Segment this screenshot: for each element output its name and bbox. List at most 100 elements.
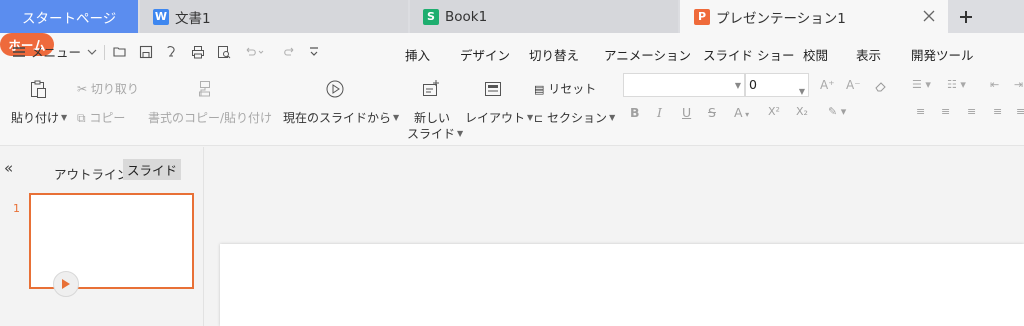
divider <box>104 45 105 60</box>
tab-outline[interactable]: アウトライン <box>54 164 129 183</box>
clear-format-icon[interactable] <box>874 79 888 93</box>
font-name-select[interactable]: ▼ <box>623 73 745 97</box>
chevron-down-icon <box>87 49 97 55</box>
caret-icon: ▼ <box>527 113 534 122</box>
section-icon: ⊏ <box>534 112 544 125</box>
tab-view[interactable]: 表示 <box>856 45 881 64</box>
numbering-icon[interactable]: ☷ ▾ <box>947 78 966 91</box>
increase-font-icon[interactable]: A⁺ <box>820 78 835 92</box>
align-right-icon[interactable]: ≡ <box>967 105 976 118</box>
tab-presentation-label: プレゼンテーション1 <box>716 10 846 27</box>
decrease-font-icon[interactable]: A⁻ <box>846 78 861 92</box>
reset-icon: ▤ <box>534 83 545 96</box>
plus-icon <box>960 11 972 23</box>
underline-icon[interactable]: U <box>682 105 691 120</box>
layout-label: レイアウト <box>465 111 526 125</box>
slide-thumbnail[interactable] <box>29 193 194 289</box>
font-size-select[interactable]: 0 ▼ <box>745 73 809 97</box>
paste-label: 貼り付け <box>11 111 60 125</box>
strikethrough-icon[interactable]: S <box>708 105 716 120</box>
scissors-icon: ✂ <box>77 82 88 96</box>
cut-label: 切り取り <box>90 82 139 96</box>
bullets-icon[interactable]: ☰ ▾ <box>912 78 931 91</box>
chevron-down-icon: ▼ <box>734 81 741 90</box>
redo-icon[interactable] <box>281 44 297 60</box>
highlight-icon[interactable]: ✎ ▾ <box>828 105 846 118</box>
increase-indent-icon[interactable]: ⇥ <box>1014 78 1023 91</box>
superscript-icon[interactable]: X² <box>768 105 780 118</box>
justify-icon[interactable]: ≡ <box>993 105 1002 118</box>
tab-design[interactable]: デザイン <box>460 45 510 64</box>
caret-icon: ▼ <box>609 113 616 122</box>
ribbon: メニュー ホーム 挿入 デザイン 切り替え アニメーション スライド ショー 校… <box>0 33 1024 146</box>
new-tab-button[interactable] <box>952 4 980 30</box>
italic-icon[interactable]: I <box>657 105 662 120</box>
play-circle-icon[interactable] <box>325 79 345 99</box>
copy-icon: ⧉ <box>77 111 86 125</box>
decrease-indent-icon[interactable]: ⇤ <box>990 78 999 91</box>
copy-label: コピー <box>89 111 126 125</box>
format-painter-icon[interactable] <box>197 79 213 99</box>
undo-icon[interactable] <box>243 44 264 60</box>
tab-presentation[interactable]: P プレゼンテーション1 <box>680 0 948 33</box>
reset-label: リセット <box>548 82 597 96</box>
close-icon[interactable] <box>922 9 936 23</box>
reset-button[interactable]: ▤ リセット <box>534 80 596 97</box>
writer-icon: W <box>153 8 169 25</box>
hamburger-icon <box>13 46 25 57</box>
copy-button[interactable]: ⧉ コピー <box>77 109 125 126</box>
new-slide-icon[interactable] <box>421 79 441 99</box>
paste-button[interactable]: 貼り付け ▼ <box>11 109 67 126</box>
align-left-icon[interactable]: ≡ <box>916 105 925 118</box>
tab-slideshow[interactable]: スライド ショー <box>703 45 794 64</box>
tab-insert[interactable]: 挿入 <box>405 45 430 64</box>
print-icon[interactable] <box>190 44 206 60</box>
layout-button[interactable]: レイアウト ▼ <box>465 109 533 126</box>
tab-document[interactable]: W 文書1 <box>140 0 408 33</box>
save-icon[interactable] <box>138 44 154 60</box>
subscript-icon[interactable]: X₂ <box>796 105 808 118</box>
font-size-value: 0 <box>749 77 757 92</box>
tab-transitions[interactable]: 切り替え <box>529 45 579 64</box>
new-slide-label-1[interactable]: 新しい <box>414 109 450 126</box>
menu-label: メニュー <box>31 45 82 60</box>
tab-start-label: スタートページ <box>22 10 117 27</box>
layout-icon[interactable] <box>483 80 503 98</box>
caret-icon: ▼ <box>457 129 464 138</box>
from-current-label: 現在のスライドから <box>283 111 392 125</box>
tab-document-label: 文書1 <box>175 10 211 27</box>
tab-book[interactable]: S Book1 <box>410 0 678 33</box>
from-current-slide-button[interactable]: 現在のスライドから ▼ <box>283 109 399 126</box>
new-slide-label-2: スライド <box>407 127 456 141</box>
customize-toolbar-icon[interactable] <box>306 44 322 60</box>
spreadsheet-icon: S <box>423 8 439 25</box>
collapse-panel-icon[interactable]: « <box>4 159 13 177</box>
slide-number: 1 <box>13 202 20 215</box>
section-label: セクション <box>547 111 608 125</box>
play-icon <box>62 279 70 289</box>
tab-bar: スタートページ W 文書1 S Book1 P プレゼンテーション1 <box>0 0 1024 33</box>
align-center-icon[interactable]: ≡ <box>941 105 950 118</box>
paste-icon[interactable] <box>28 79 48 99</box>
format-painter-label[interactable]: 書式のコピー/貼り付け <box>148 109 272 126</box>
tab-slides[interactable]: スライド <box>123 159 181 180</box>
bold-icon[interactable]: B <box>630 105 640 120</box>
export-icon[interactable] <box>164 44 180 60</box>
tab-developer[interactable]: 開発ツール <box>911 45 974 64</box>
cut-button[interactable]: ✂ 切り取り <box>77 80 139 97</box>
tab-review[interactable]: 校閲 <box>803 45 828 64</box>
tab-start-page[interactable]: スタートページ <box>0 0 138 33</box>
section-button[interactable]: ⊏ セクション ▼ <box>534 109 615 126</box>
print-preview-icon[interactable] <box>216 44 232 60</box>
play-slide-button[interactable] <box>53 271 79 297</box>
menu-button[interactable]: メニュー <box>12 42 97 61</box>
slide-panel: « アウトライン スライド 1 <box>0 147 204 326</box>
slide-canvas[interactable] <box>220 244 1024 326</box>
presentation-icon: P <box>694 8 710 25</box>
open-folder-icon[interactable] <box>112 44 128 60</box>
font-color-icon[interactable]: A ▾ <box>734 105 749 120</box>
distribute-icon[interactable]: ≡ <box>1016 105 1024 118</box>
caret-icon: ▼ <box>61 113 68 122</box>
tab-animations[interactable]: アニメーション <box>604 45 691 64</box>
new-slide-button[interactable]: スライド ▼ <box>407 125 463 142</box>
